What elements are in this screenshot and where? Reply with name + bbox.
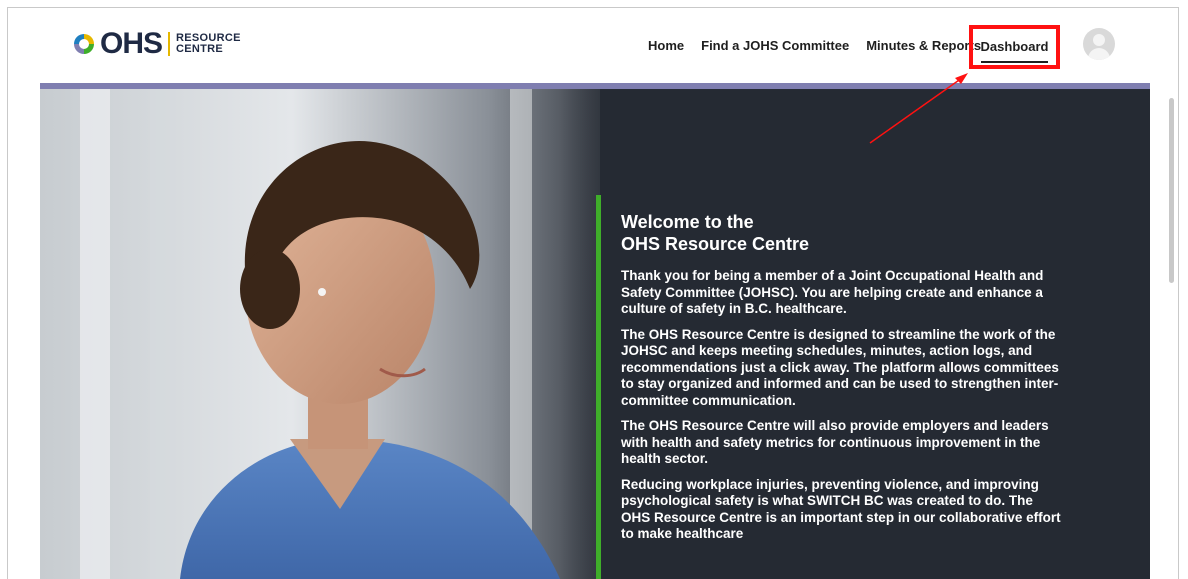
nav-minutes-reports[interactable]: Minutes & Reports	[866, 38, 981, 53]
hero-banner: Welcome to the OHS Resource Centre Thank…	[40, 89, 1150, 579]
avatar-head	[1093, 34, 1105, 46]
hero-title: Welcome to the OHS Resource Centre	[621, 211, 1061, 255]
site-header: OHS RESOURCE CENTRE Home Find a JOHS Com…	[8, 8, 1178, 84]
logo-mark-icon	[72, 32, 96, 56]
hero-paragraph-1: Thank you for being a member of a Joint …	[621, 268, 1044, 316]
hero-title-line2: OHS Resource Centre	[621, 234, 810, 254]
hero-paragraph-3: The OHS Resource Centre will also provid…	[621, 418, 1049, 466]
nav-dashboard[interactable]: Dashboard	[980, 39, 1049, 63]
logo-divider	[168, 32, 171, 56]
hero-paragraph-4: Reducing workplace injuries, preventing …	[621, 476, 1061, 542]
page-frame: OHS RESOURCE CENTRE Home Find a JOHS Com…	[7, 7, 1179, 579]
logo-subtitle: RESOURCE CENTRE	[176, 33, 241, 55]
nav-home[interactable]: Home	[648, 38, 684, 53]
content-accent-line	[596, 195, 601, 579]
main-nav: Home Find a JOHS Committee Minutes & Rep…	[648, 38, 998, 53]
nav-find-committee[interactable]: Find a JOHS Committee	[701, 38, 849, 53]
hero-paragraph-2: The OHS Resource Centre is designed to s…	[621, 326, 1059, 408]
hero-content: Welcome to the OHS Resource Centre Thank…	[621, 211, 1061, 552]
dashboard-highlight-box: Dashboard	[969, 25, 1060, 69]
avatar-shoulders	[1088, 48, 1110, 60]
user-avatar-icon[interactable]	[1083, 28, 1115, 60]
ohs-logo[interactable]: OHS RESOURCE CENTRE	[72, 27, 241, 61]
logo-subtitle-line2: CENTRE	[176, 43, 224, 55]
hero-title-line1: Welcome to the	[621, 212, 754, 232]
page-scrollbar[interactable]	[1169, 98, 1174, 283]
hero-photo	[40, 89, 600, 579]
logo-ohs-text: OHS	[100, 27, 163, 60]
